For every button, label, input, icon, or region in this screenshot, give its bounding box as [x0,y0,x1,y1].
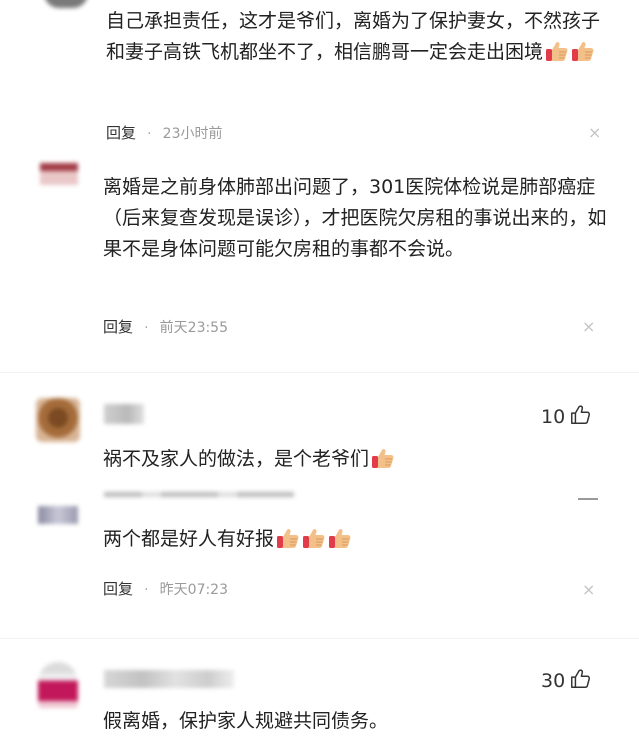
comment-4-meta: 回复 · 昨天07:23 [103,578,228,598]
username[interactable] [104,404,144,424]
comment-4-text: 两个都是好人有好报 [103,528,275,550]
avatar[interactable] [44,0,88,8]
timestamp: 昨天07:23 [159,582,229,598]
comment-1-text: 自己承担责任，这才是爷们，离婚为了保护妻女，不然孩子和妻子高铁飞机都坐不了，相信… [106,10,601,63]
like-button[interactable]: 10 [541,404,591,428]
thumbs-up-icon [569,404,591,426]
timestamp: 前天23:55 [159,320,229,336]
username[interactable] [104,670,234,688]
thumbs-up-icon [569,668,591,690]
cut-off-mark [578,498,598,500]
like-button[interactable]: 30 [541,668,591,692]
close-icon[interactable]: × [582,317,595,336]
reply-button[interactable]: 回复 [103,318,133,336]
section-divider [0,372,639,373]
comment-5: 假离婚，保护家人规避共同债务。 [103,706,603,737]
meta-separator: · [144,582,149,598]
thumbs-up-emoji-icon [571,40,595,62]
reply-button[interactable]: 回复 [106,124,136,142]
like-count: 10 [541,406,566,428]
comment-1: 自己承担责任，这才是爷们，离婚为了保护妻女，不然孩子和妻子高铁飞机都坐不了，相信… [106,6,606,68]
thumbs-up-emoji-icon [276,527,300,549]
avatar[interactable] [36,398,80,442]
comment-2-meta: 回复 · 前天23:55 [103,316,228,336]
thumbs-up-emoji-icon [302,527,326,549]
avatar[interactable] [38,662,78,708]
meta-separator: · [144,320,149,336]
thumbs-up-emoji-icon [545,40,569,62]
comment-3: 祸不及家人的做法，是个老爷们 [103,444,603,475]
comment-4: 两个都是好人有好报 [103,524,603,555]
comment-5-text: 假离婚，保护家人规避共同债务。 [103,710,389,732]
thumbs-up-emoji-icon [328,527,352,549]
like-count: 30 [541,670,566,692]
avatar[interactable] [40,163,78,185]
avatar[interactable] [38,506,78,524]
comment-2-text: 离婚是之前身体肺部出问题了，301医院体检说是肺部癌症（后来复查发现是误诊），才… [103,176,607,260]
timestamp: 23小时前 [162,126,223,142]
close-icon[interactable]: × [588,123,601,142]
section-divider [0,638,639,639]
comment-2: 离婚是之前身体肺部出问题了，301医院体检说是肺部癌症（后来复查发现是误诊），才… [103,172,613,265]
comment-3-text: 祸不及家人的做法，是个老爷们 [103,448,370,470]
thumbs-up-emoji-icon [371,447,395,469]
cut-off-text [104,492,294,497]
reply-button[interactable]: 回复 [103,580,133,598]
meta-separator: · [147,126,152,142]
close-icon[interactable]: × [582,580,595,599]
comment-1-meta: 回复 · 23小时前 [106,122,222,142]
